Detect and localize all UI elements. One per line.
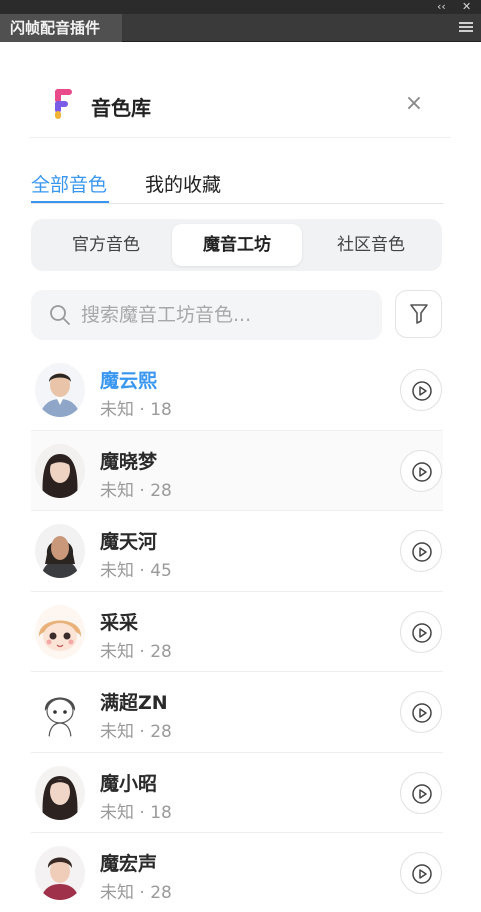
- voice-meta: 未知 · 28: [100, 480, 172, 501]
- avatar: [35, 685, 85, 739]
- close-panel-icon[interactable]: ✕: [462, 0, 471, 14]
- panel-tab[interactable]: 闪帧配音插件: [0, 14, 122, 42]
- tab-favorites[interactable]: 我的收藏: [145, 170, 221, 197]
- voice-list: 魔云熙 未知 · 18 魔晓梦 未知 · 28 魔天河 未知 · 45 采采 未…: [31, 350, 443, 912]
- voice-meta: 未知 · 28: [100, 641, 172, 662]
- voice-name: 魔小昭: [100, 772, 158, 795]
- app-logo-icon: [52, 89, 74, 121]
- voice-meta: 未知 · 18: [100, 400, 172, 420]
- page-title: 音色库: [91, 96, 151, 120]
- play-icon: [412, 864, 432, 884]
- close-icon[interactable]: ×: [400, 90, 428, 118]
- voice-meta: 未知 · 45: [100, 561, 172, 581]
- segment-official[interactable]: 官方音色: [41, 224, 171, 266]
- segment-community[interactable]: 社区音色: [303, 224, 439, 266]
- voice-name: 魔天河: [100, 531, 158, 553]
- play-icon: [412, 703, 432, 723]
- segment-moyin[interactable]: 魔音工坊: [172, 224, 302, 266]
- play-icon: [412, 542, 432, 562]
- voice-name: 采采: [100, 611, 139, 634]
- play-button[interactable]: [400, 771, 442, 814]
- avatar: [35, 524, 85, 578]
- filter-icon: [410, 304, 428, 324]
- filter-button[interactable]: [395, 290, 442, 338]
- panel-menu-icon[interactable]: [459, 22, 473, 34]
- avatar: [35, 443, 85, 498]
- voice-row[interactable]: 魔宏声 未知 · 28: [31, 833, 443, 912]
- play-button[interactable]: [400, 530, 442, 572]
- voice-name: 魔宏声: [100, 853, 158, 875]
- host-topbar: ‹‹ ✕: [0, 0, 481, 14]
- play-button[interactable]: [400, 369, 442, 411]
- search-input[interactable]: [81, 296, 361, 334]
- voice-row[interactable]: 采采 未知 · 28: [31, 592, 443, 672]
- voice-row[interactable]: 魔小昭 未知 · 18: [31, 753, 443, 833]
- tabs-divider: [31, 203, 443, 204]
- voice-meta: 未知 · 28: [100, 883, 172, 903]
- voice-row[interactable]: 魔云熙 未知 · 18: [31, 350, 443, 431]
- play-button[interactable]: [400, 449, 442, 492]
- voice-meta: 未知 · 28: [100, 722, 172, 742]
- source-segmented-control: 官方音色 魔音工坊 社区音色: [31, 219, 442, 271]
- avatar: [35, 363, 85, 417]
- voice-row[interactable]: 满超ZN 未知 · 28: [31, 672, 443, 753]
- host-tabbar: 闪帧配音插件: [0, 14, 481, 42]
- play-button[interactable]: [400, 691, 442, 733]
- voice-name: 魔云熙: [100, 370, 158, 392]
- search-icon: [50, 305, 70, 325]
- avatar: [35, 846, 85, 900]
- play-button[interactable]: [400, 852, 442, 894]
- collapse-panel-icon[interactable]: ‹‹: [437, 0, 446, 14]
- play-button[interactable]: [400, 610, 442, 653]
- search-box: [31, 290, 382, 340]
- voice-row[interactable]: 魔天河 未知 · 45: [31, 511, 443, 592]
- voice-row[interactable]: 魔晓梦 未知 · 28: [31, 430, 443, 511]
- avatar: [35, 604, 85, 659]
- voice-name: 满超ZN: [100, 692, 168, 714]
- play-icon: [412, 622, 432, 643]
- voice-name: 魔晓梦: [100, 450, 158, 473]
- header-divider: [30, 137, 451, 138]
- play-icon: [412, 461, 432, 482]
- play-icon: [412, 783, 432, 804]
- tab-all-voices[interactable]: 全部音色: [31, 170, 107, 197]
- voice-meta: 未知 · 18: [100, 802, 172, 823]
- avatar: [35, 765, 85, 820]
- play-icon: [412, 381, 432, 401]
